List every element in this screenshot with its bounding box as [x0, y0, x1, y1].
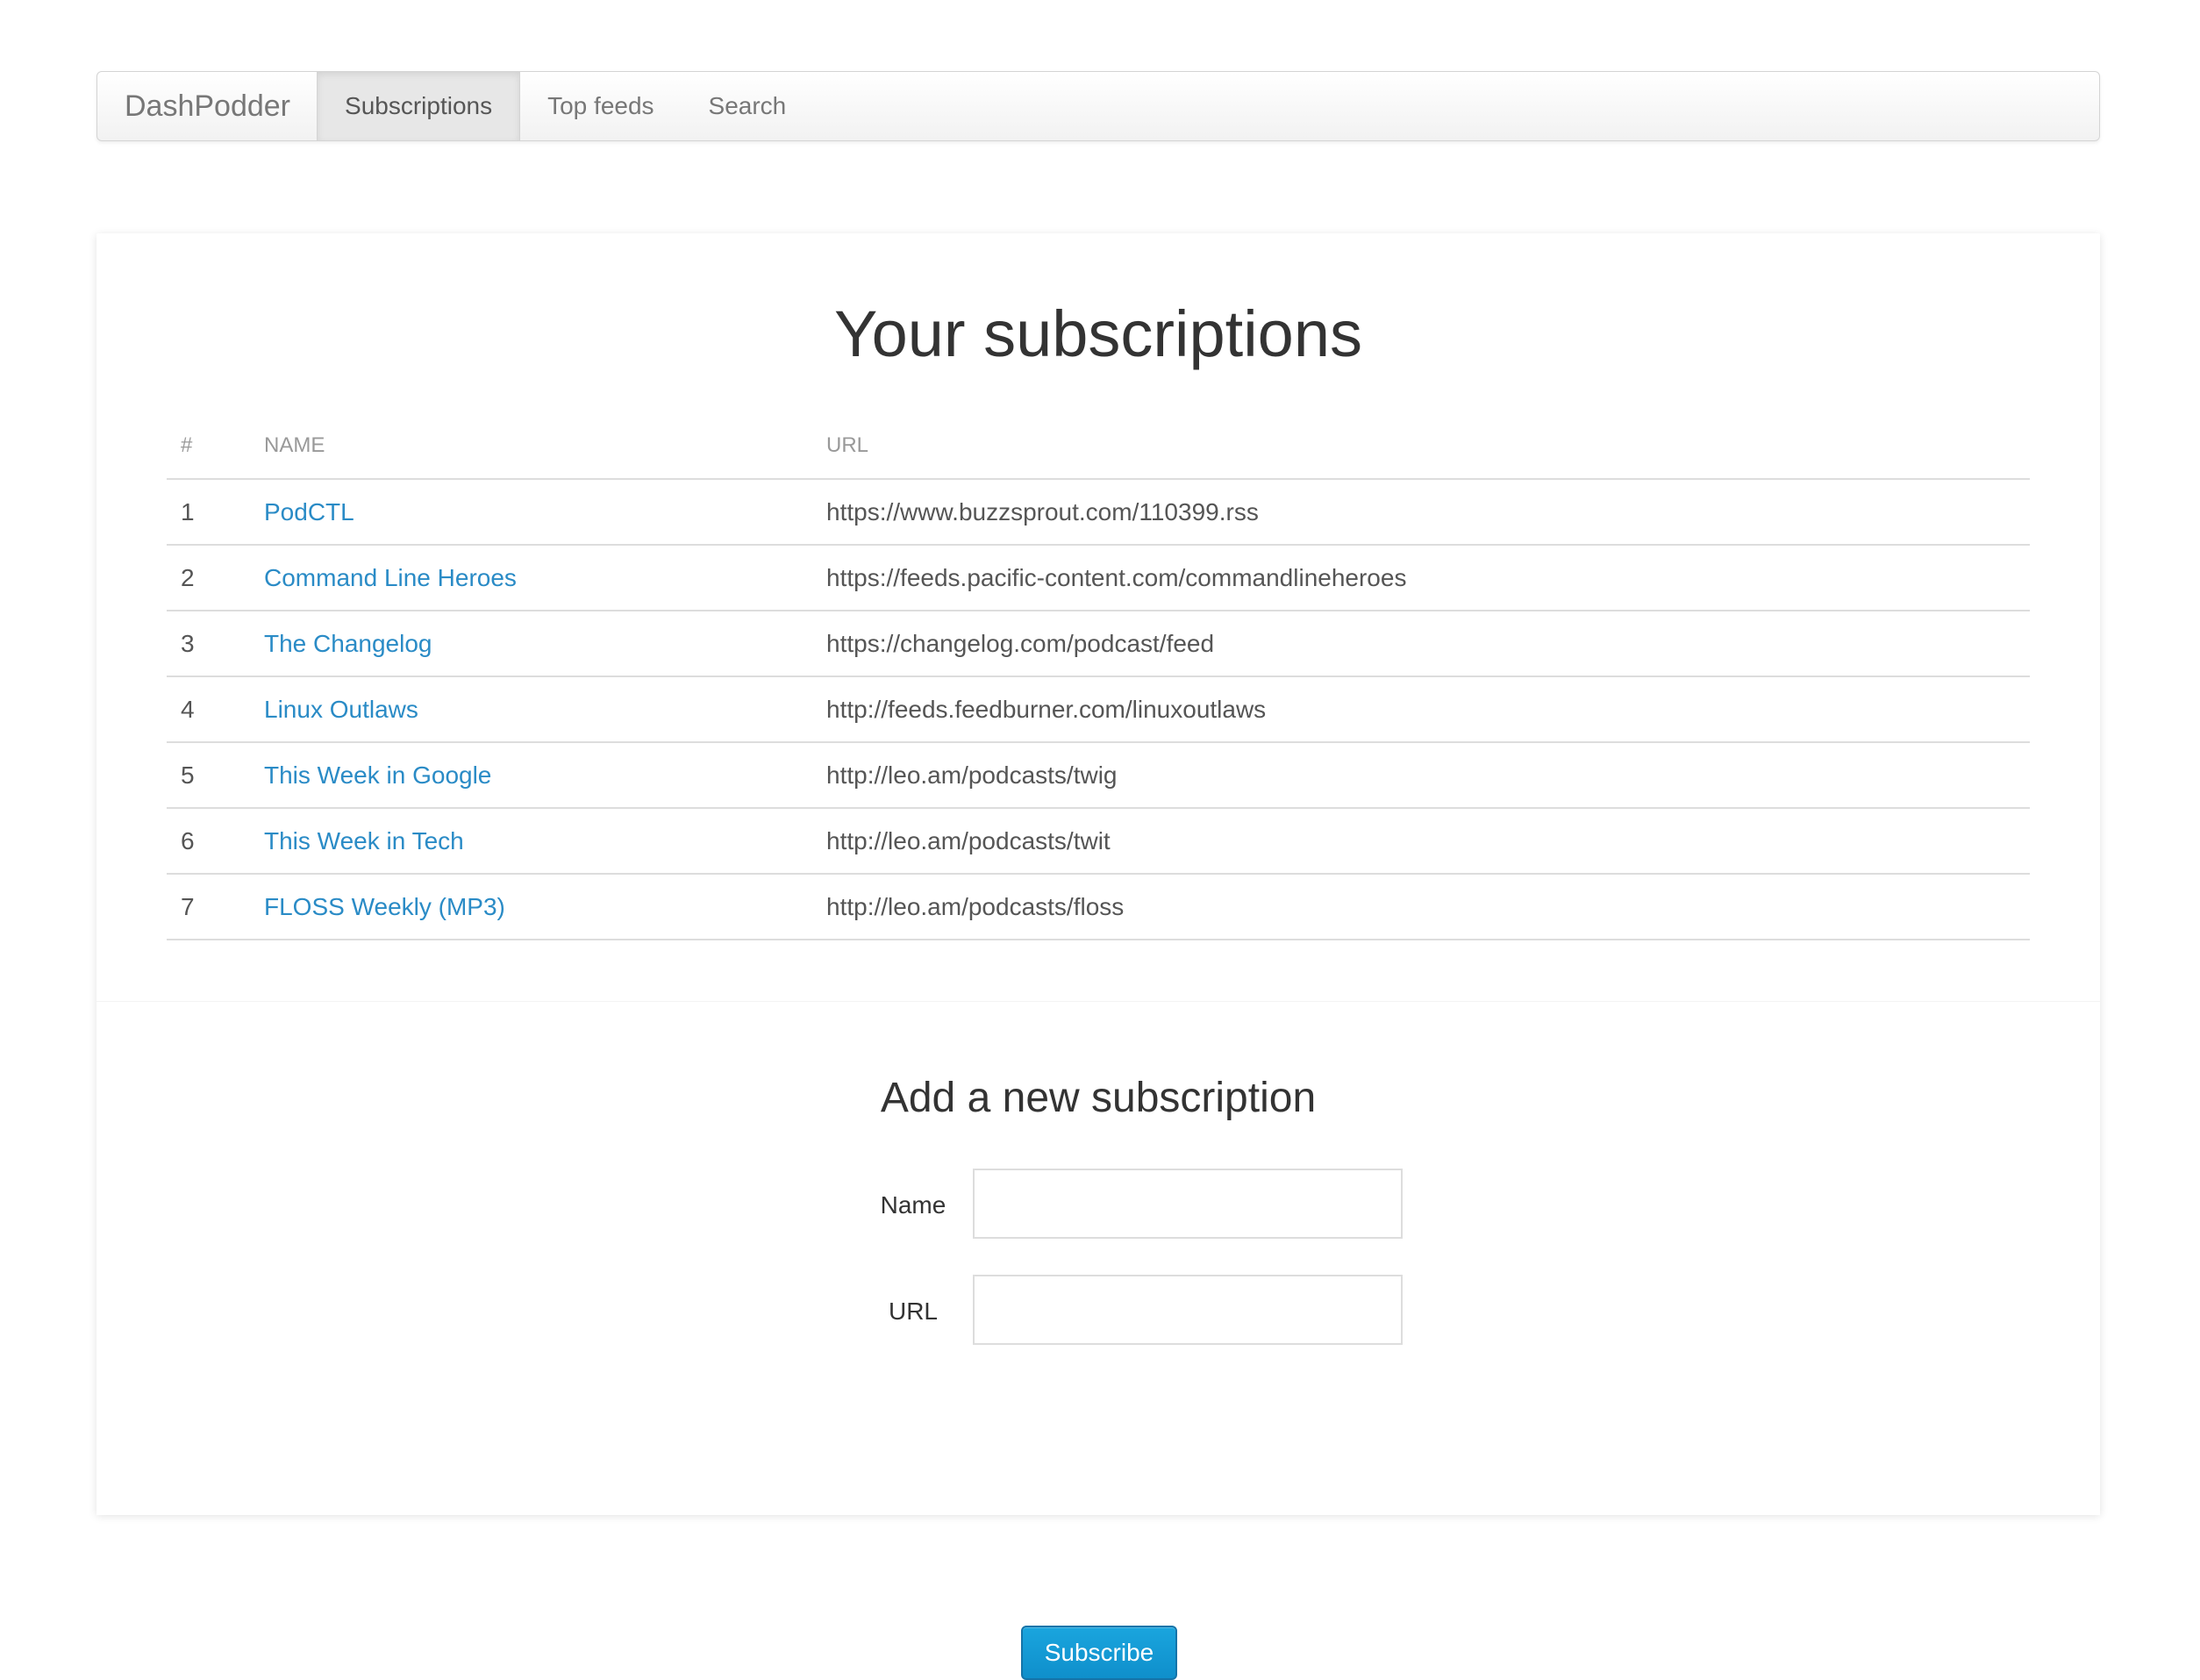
podcast-name-link[interactable]: Linux Outlaws — [264, 696, 418, 723]
main-card: Your subscriptions # NAME URL 1 PodCTL h… — [96, 233, 2100, 1680]
add-subscription-section: Add a new subscription Name URL Subscrib… — [96, 1001, 2100, 1680]
podcast-name-link[interactable]: PodCTL — [264, 498, 354, 525]
row-number: 4 — [167, 676, 264, 743]
row-number: 1 — [167, 479, 264, 546]
subscriptions-table: # NAME URL 1 PodCTL https://www.buzzspro… — [167, 413, 2030, 940]
feed-url: https://feeds.pacific-content.com/comman… — [826, 545, 2030, 611]
brand-link[interactable]: DashPodder — [97, 72, 317, 140]
url-input[interactable] — [973, 1275, 1403, 1345]
podcast-name-link[interactable]: This Week in Google — [264, 761, 491, 789]
row-number: 6 — [167, 808, 264, 875]
page-title: Your subscriptions — [834, 297, 1362, 370]
podcast-name-link[interactable]: Command Line Heroes — [264, 564, 517, 591]
feed-url: http://leo.am/podcasts/floss — [826, 874, 2030, 940]
name-label: Name — [880, 1191, 946, 1219]
url-label: URL — [888, 1298, 938, 1325]
table-row: 1 PodCTL https://www.buzzsprout.com/1103… — [167, 479, 2030, 546]
nav-item-search[interactable]: Search — [682, 72, 814, 140]
subscribe-button[interactable]: Subscribe — [1021, 1626, 1177, 1680]
podcast-name-link[interactable]: This Week in Tech — [264, 827, 464, 854]
podcast-name-link[interactable]: The Changelog — [264, 630, 432, 657]
column-header-num: # — [167, 413, 264, 480]
row-number: 7 — [167, 874, 264, 940]
table-row: 3 The Changelog https://changelog.com/po… — [167, 611, 2030, 677]
table-row: 5 This Week in Google http://leo.am/podc… — [167, 742, 2030, 809]
feed-url: https://www.buzzsprout.com/110399.rss — [826, 479, 2030, 546]
feed-url: https://changelog.com/podcast/feed — [826, 611, 2030, 677]
subscriptions-section: Your subscriptions # NAME URL 1 PodCTL h… — [96, 233, 2100, 1001]
table-row: 7 FLOSS Weekly (MP3) http://leo.am/podca… — [167, 874, 2030, 940]
table-row: 4 Linux Outlaws http://feeds.feedburner.… — [167, 676, 2030, 743]
table-row: 6 This Week in Tech http://leo.am/podcas… — [167, 808, 2030, 875]
row-number: 3 — [167, 611, 264, 677]
row-number: 5 — [167, 742, 264, 809]
navbar: DashPodder Subscriptions Top feeds Searc… — [96, 71, 2100, 141]
table-row: 2 Command Line Heroes https://feeds.paci… — [167, 545, 2030, 611]
row-number: 2 — [167, 545, 264, 611]
nav-item-top-feeds[interactable]: Top feeds — [520, 72, 681, 140]
add-subscription-title: Add a new subscription — [880, 1075, 1317, 1121]
feed-url: http://feeds.feedburner.com/linuxoutlaws — [826, 676, 2030, 743]
column-header-name: NAME — [264, 413, 826, 480]
feed-url: http://leo.am/podcasts/twig — [826, 742, 2030, 809]
name-input[interactable] — [973, 1169, 1403, 1239]
podcast-name-link[interactable]: FLOSS Weekly (MP3) — [264, 893, 505, 920]
table-header-row: # NAME URL — [167, 413, 2030, 480]
column-header-url: URL — [826, 413, 2030, 480]
feed-url: http://leo.am/podcasts/twit — [826, 808, 2030, 875]
nav-item-subscriptions[interactable]: Subscriptions — [317, 72, 521, 140]
